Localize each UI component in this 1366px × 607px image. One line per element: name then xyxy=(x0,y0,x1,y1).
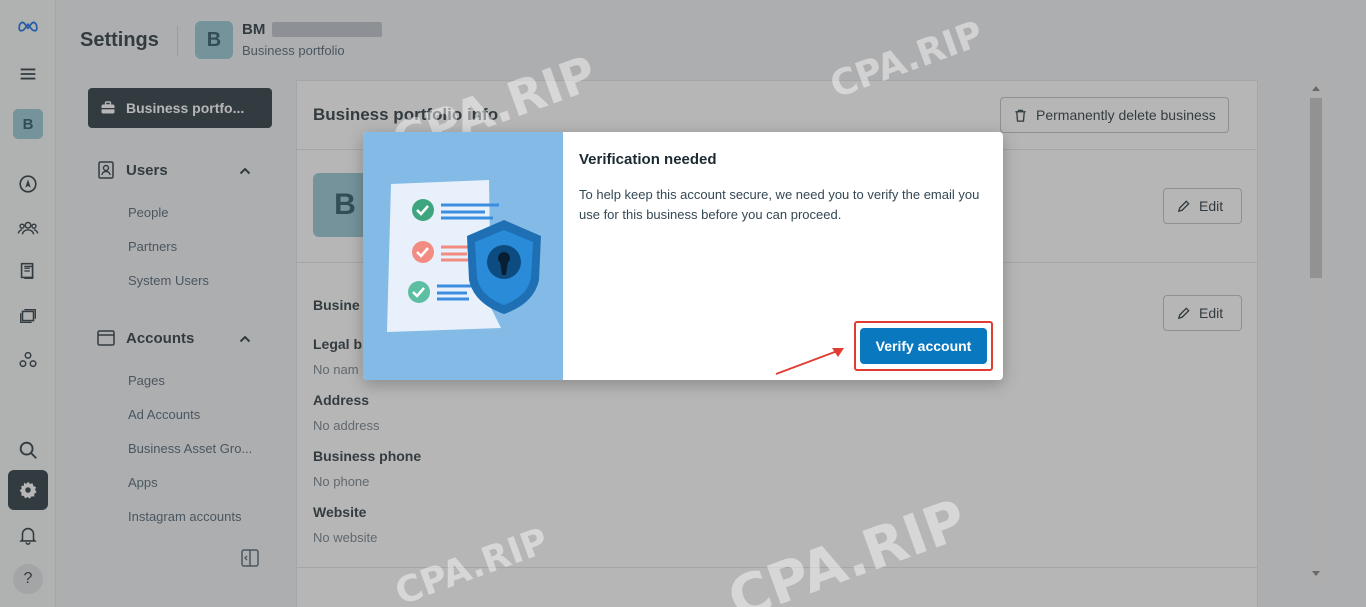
modal-body-text: To help keep this account secure, we nee… xyxy=(579,187,980,222)
highlight-box xyxy=(854,321,993,371)
security-illustration xyxy=(363,132,563,380)
red-arrow-icon xyxy=(775,348,844,375)
shield-document-illustration-icon xyxy=(387,180,541,332)
modal-title: Verification needed xyxy=(579,151,717,168)
